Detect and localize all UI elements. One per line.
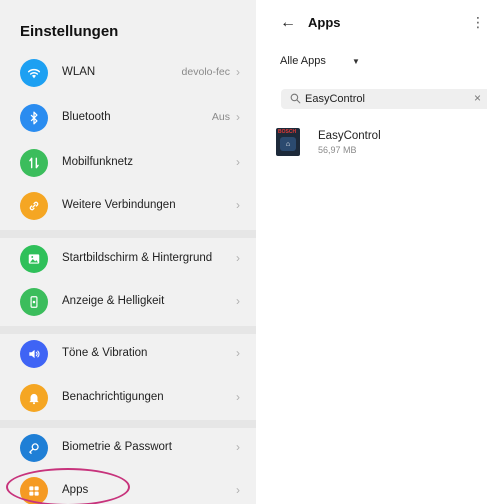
chevron-right-icon: › xyxy=(236,110,240,124)
chevron-right-icon: › xyxy=(236,483,240,497)
chevron-right-icon: › xyxy=(236,390,240,404)
app-icon-glyph: ⌂ xyxy=(280,137,296,151)
bluetooth-value: Aus xyxy=(211,111,230,123)
chevron-right-icon: › xyxy=(236,251,240,265)
app-size: 56,97 MB xyxy=(318,145,357,155)
app-search-input[interactable] xyxy=(305,91,465,107)
settings-item-label: Benachrichtigungen xyxy=(62,391,164,403)
key-icon xyxy=(20,434,48,462)
settings-item-display-brightness[interactable]: Anzeige & Helligkeit › xyxy=(0,284,256,326)
image-icon xyxy=(20,245,48,273)
settings-item-home-wallpaper[interactable]: Startbildschirm & Hintergrund › xyxy=(0,241,256,283)
wlan-value: devolo-fec xyxy=(181,66,230,78)
settings-item-label: Startbildschirm & Hintergrund xyxy=(62,252,213,264)
bluetooth-icon xyxy=(20,104,48,132)
chevron-right-icon: › xyxy=(236,65,240,79)
speaker-icon xyxy=(20,340,48,368)
settings-panel: Einstellungen WLAN devolo-fec › Bluetoot… xyxy=(0,0,256,504)
settings-item-biometrics-password[interactable]: Biometrie & Passwort › xyxy=(0,430,256,472)
section-divider xyxy=(0,420,256,428)
wifi-icon xyxy=(20,59,48,87)
app-list-item[interactable]: BOSCH ⌂ EasyControl 56,97 MB › xyxy=(276,128,487,160)
chevron-right-icon: › xyxy=(236,198,240,212)
chevron-right-icon: › xyxy=(236,440,240,454)
chevron-right-icon: › xyxy=(236,346,240,360)
settings-item-label: Bluetooth xyxy=(62,111,111,123)
easycontrol-app-icon: BOSCH ⌂ xyxy=(276,128,300,156)
settings-item-more-connections[interactable]: Weitere Verbindungen › xyxy=(0,188,256,230)
settings-item-label: Töne & Vibration xyxy=(62,347,148,359)
settings-item-label: Mobilfunknetz xyxy=(62,156,133,168)
chevron-right-icon: › xyxy=(236,294,240,308)
settings-item-label: Weitere Verbindungen xyxy=(62,199,176,211)
app-filter-dropdown[interactable]: Alle Apps xyxy=(280,55,326,67)
search-icon xyxy=(289,92,302,105)
settings-title: Einstellungen xyxy=(20,23,119,40)
settings-item-bluetooth[interactable]: Bluetooth Aus › xyxy=(0,100,256,142)
settings-item-label: Biometrie & Passwort xyxy=(62,441,172,453)
back-arrow-icon[interactable]: ← xyxy=(280,14,296,32)
settings-item-sound-vibration[interactable]: Töne & Vibration › xyxy=(0,336,256,378)
clear-search-icon[interactable]: × xyxy=(474,91,481,105)
app-brand-label: BOSCH xyxy=(278,129,297,135)
apps-highlight-circle xyxy=(6,468,130,504)
chevron-right-icon: › xyxy=(236,155,240,169)
app-search-box[interactable]: × xyxy=(281,89,487,109)
settings-item-label: Anzeige & Helligkeit xyxy=(62,295,165,307)
apps-title: Apps xyxy=(308,15,341,30)
mobile-network-icon xyxy=(20,149,48,177)
settings-item-mobile-network[interactable]: Mobilfunknetz › xyxy=(0,145,256,187)
settings-item-label: WLAN xyxy=(62,66,96,78)
link-icon xyxy=(20,192,48,220)
display-icon xyxy=(20,288,48,316)
app-name: EasyControl xyxy=(318,130,381,142)
section-divider xyxy=(0,326,256,334)
bell-icon xyxy=(20,384,48,412)
more-options-icon[interactable]: ⋮ xyxy=(471,14,485,31)
settings-item-wlan[interactable]: WLAN devolo-fec › xyxy=(0,55,256,97)
dropdown-triangle-icon[interactable]: ▼ xyxy=(352,57,360,66)
apps-panel: ← Apps ⋮ Alle Apps ▼ × BOSCH ⌂ EasyContr… xyxy=(256,0,487,504)
section-divider xyxy=(0,230,256,238)
settings-item-notifications[interactable]: Benachrichtigungen › xyxy=(0,380,256,422)
